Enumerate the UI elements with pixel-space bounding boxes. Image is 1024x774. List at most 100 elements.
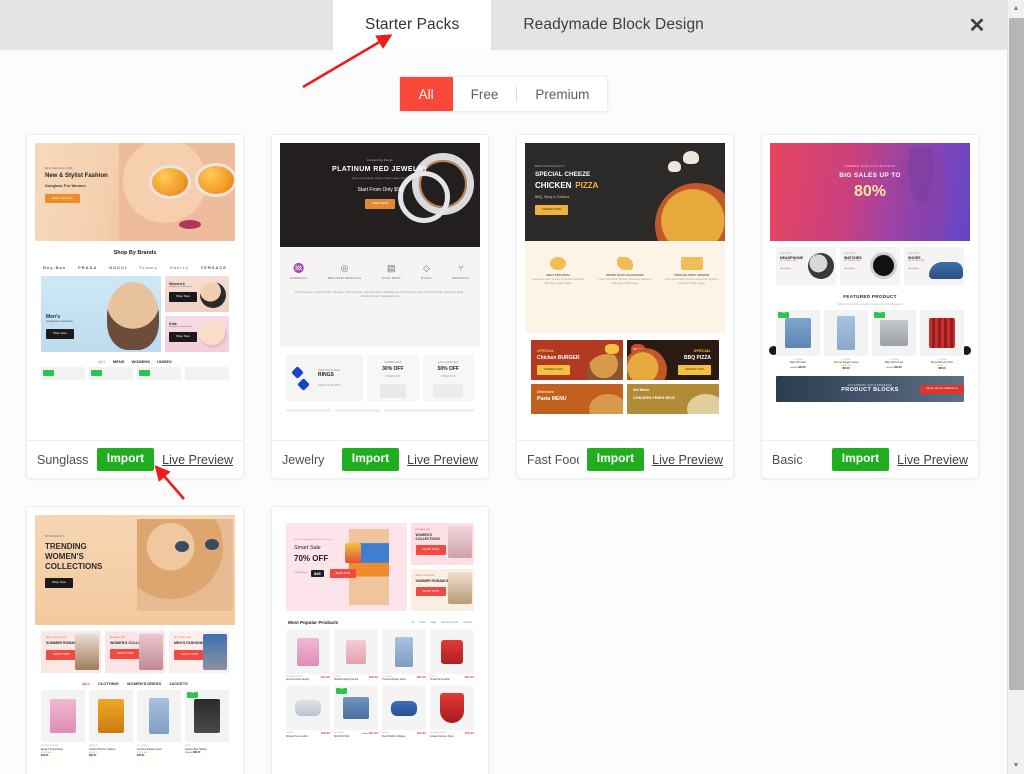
product-name: Summer Dress Design bbox=[286, 679, 310, 682]
smartsale-section-header: Most Popular Products All Shoes Bags Wom… bbox=[280, 611, 480, 630]
scroll-up-icon[interactable]: ▲ bbox=[1008, 0, 1024, 17]
tabbar-spacer bbox=[736, 0, 947, 50]
brand-logo: Tommy bbox=[138, 264, 158, 270]
product-price: $18.00 bbox=[320, 731, 330, 736]
product-placeholder bbox=[137, 366, 181, 380]
fastfood-hero-subline: BBQ, Spicy & Sriracha bbox=[535, 195, 570, 200]
smartsale-hero-headline: 70% OFF bbox=[294, 553, 329, 563]
trending-product: JACKETS Outdoor Bomber Jackets ★★★☆☆ $90… bbox=[89, 690, 133, 757]
product-name: Mark Shirt Men bbox=[789, 361, 807, 365]
scrollbar-thumb[interactable] bbox=[1009, 18, 1024, 690]
jewelry-promo: SUMMER SALE 30% OFF ORDER NOW bbox=[367, 355, 419, 401]
smartsale-hero: Discover Everything On Special Prices Sm… bbox=[286, 523, 407, 611]
basic-product: CLOTHES Mens Diamond Shirt ★★★☆☆ $85.00 bbox=[920, 309, 964, 370]
sunglass-hero-eyebrow: Best Collection 2021 bbox=[45, 167, 73, 170]
fastfood-hero-headline-1: SPECIAL CHEEZE bbox=[535, 171, 591, 179]
smartsale-tile: BIG SALE OFF WOMEN'S COLLECTIONS SHOP NO… bbox=[410, 523, 474, 565]
product-price: $24.00 bbox=[368, 731, 378, 736]
trending-tile: BIG SALE OFF WOMEN'S COLLECTIONS SHOP NO… bbox=[105, 631, 165, 673]
import-button[interactable]: Import bbox=[341, 448, 400, 471]
vertical-scrollbar[interactable]: ▲ ▼ bbox=[1007, 0, 1024, 774]
filter-free[interactable]: Free bbox=[453, 77, 517, 111]
sunglass-product-row bbox=[35, 366, 235, 380]
scroll-up-glyph: ▲ bbox=[1012, 5, 1020, 12]
close-icon[interactable]: ✕ bbox=[947, 0, 1007, 50]
promo-title: 50% OFF bbox=[437, 366, 459, 372]
tab-starter-packs[interactable]: Starter Packs bbox=[333, 0, 492, 50]
fastfood-promo: SPECIAL Chicken BURGER ORDER NOW bbox=[531, 340, 623, 380]
fastfood-hero-headline-2: CHICKEN bbox=[535, 181, 572, 191]
live-preview-link[interactable]: Live Preview bbox=[652, 453, 723, 467]
product-price: $24.00 bbox=[464, 674, 474, 679]
product-old-price: $50.00 bbox=[886, 366, 894, 370]
import-button[interactable]: Import bbox=[831, 448, 890, 471]
category-label: EARRINGS bbox=[290, 276, 308, 281]
filter-free-label: Free bbox=[470, 86, 499, 102]
promo-title: RINGS bbox=[318, 372, 334, 379]
card-basic[interactable]: SUMMER 2020 COLLECTIONS BIG SALES UP TO … bbox=[761, 134, 979, 479]
category-label: BRACELET/BANGLES bbox=[327, 276, 362, 281]
basic-hero-percent: 80% bbox=[853, 183, 887, 201]
category-label: GOLD BARS bbox=[381, 276, 401, 281]
filter-premium[interactable]: Premium bbox=[517, 77, 607, 111]
sunglass-tile-sub: Sunglasses Collections bbox=[169, 286, 192, 289]
product-placeholder bbox=[89, 366, 133, 380]
jewelry-promo: PRECIOUS STONE RINGS VIEW COLLECTION bbox=[286, 355, 364, 401]
filter-all[interactable]: All bbox=[399, 77, 453, 111]
product-price: $14.00 bbox=[320, 674, 330, 679]
card-fast-food-preview: BEST FOOD QUALITY SPECIAL CHEEZE CHICKEN… bbox=[517, 135, 733, 440]
import-button[interactable]: Import bbox=[96, 448, 155, 471]
nav-item: UNISEX bbox=[156, 358, 172, 364]
live-preview-link[interactable]: Live Preview bbox=[897, 453, 968, 467]
card-trending-womens[interactable]: MINIMALIST TRENDING WOMEN'S COLLECTIONS … bbox=[26, 506, 244, 774]
promo-title: BBQ PIZZA bbox=[684, 355, 711, 361]
fastfood-promo: Delicous Pasta MENU bbox=[531, 384, 623, 414]
fastfood-hero-headline-accent: PIZZA bbox=[575, 181, 599, 191]
card-jewelry-preview: Outstanding Design PLATINUM RED JEWELRY … bbox=[272, 135, 488, 440]
heart-icon: ♡ bbox=[467, 689, 471, 695]
scroll-down-icon[interactable]: ▼ bbox=[1008, 757, 1024, 774]
section-nav-item: Clothing bbox=[463, 621, 472, 625]
card-fast-food[interactable]: BEST FOOD QUALITY SPECIAL CHEEZE CHICKEN… bbox=[516, 134, 734, 479]
nav-item: WOMEN'S DRESS bbox=[126, 681, 162, 686]
product-price: $22.00 bbox=[41, 753, 49, 757]
card-fast-food-title: Fast Food bbox=[527, 452, 579, 467]
feature-text: Lorem ipsum Dolor Sit Amet. Consectetur … bbox=[598, 279, 652, 286]
jewelry-category: ◇ RINGS bbox=[421, 263, 432, 281]
card-smart-sale[interactable]: Discover Everything On Special Prices Sm… bbox=[271, 506, 489, 774]
promo-eyebrow: SUMMER SALE bbox=[384, 361, 402, 364]
trending-hero: MINIMALIST TRENDING WOMEN'S COLLECTIONS … bbox=[35, 515, 235, 625]
jewelry-promo: EXCLUSIVE SALE 50% OFF ORDER NOW bbox=[422, 355, 474, 401]
banner-cta: SHOP WOOCOMMERCE bbox=[920, 384, 964, 394]
fastfood-promo-grid: SPECIAL Chicken BURGER ORDER NOW 40% OFF… bbox=[525, 333, 725, 414]
tab-readymade-block-design[interactable]: Readymade Block Design bbox=[491, 0, 736, 50]
card-basic-preview: SUMMER 2020 COLLECTIONS BIG SALES UP TO … bbox=[762, 135, 978, 440]
import-button[interactable]: Import bbox=[586, 448, 645, 471]
tile-cta: SHOP NOW bbox=[415, 544, 447, 555]
promo-script: Set Menu bbox=[633, 388, 649, 392]
brand-logo: GUCCI bbox=[109, 264, 128, 270]
product-name: Male Shirts Crew bbox=[884, 361, 904, 365]
card-basic-footer: Basic Import Live Preview bbox=[762, 440, 978, 478]
sunglass-hero: Best Collection 2021 New & Stylist Fashi… bbox=[35, 143, 235, 241]
category-label: RINGS bbox=[421, 276, 432, 281]
nav-item: CLOTHING bbox=[97, 681, 119, 686]
card-basic-title: Basic bbox=[772, 452, 803, 467]
trending-product: Sale SHIRT Fashion Men Military $45.00 $… bbox=[185, 690, 229, 757]
fastfood-feature-row: BEST KPIS PIZZA Lorem ipsum dolor sit am… bbox=[525, 241, 725, 333]
live-preview-link[interactable]: Live Preview bbox=[407, 453, 478, 467]
promo-script: Delicous bbox=[537, 389, 554, 394]
tile-cta: SHOP NOW bbox=[46, 650, 77, 660]
live-preview-link[interactable]: Live Preview bbox=[162, 453, 233, 467]
sunglass-hero-headline: New & Stylist Fashion bbox=[45, 173, 108, 180]
smartsale-product: ♡ SHOES $18.00 Hellanta Spring Pointed bbox=[334, 629, 378, 683]
smartsale-product: ♡ SHOES $18.00 Women Pure Leather bbox=[286, 686, 330, 739]
card-sunglass[interactable]: Best Collection 2021 New & Stylist Fashi… bbox=[26, 134, 244, 479]
sunglass-tile-kids: Kids Sunglasses Collections Shop Now bbox=[165, 315, 229, 352]
trending-category-nav: ALL CLOTHING WOMEN'S DRESS JACKETS bbox=[35, 673, 235, 690]
product-name: Trousers Ripped Jeans bbox=[382, 679, 406, 682]
smartsale-product: ♡ WOMEN'S DRESS $72.00 Cullean Summer Dre… bbox=[430, 686, 474, 739]
card-jewelry[interactable]: Outstanding Design PLATINUM RED JEWELRY … bbox=[271, 134, 489, 479]
product-placeholder bbox=[41, 366, 85, 380]
promo-title: Pasta MENU bbox=[537, 396, 567, 402]
